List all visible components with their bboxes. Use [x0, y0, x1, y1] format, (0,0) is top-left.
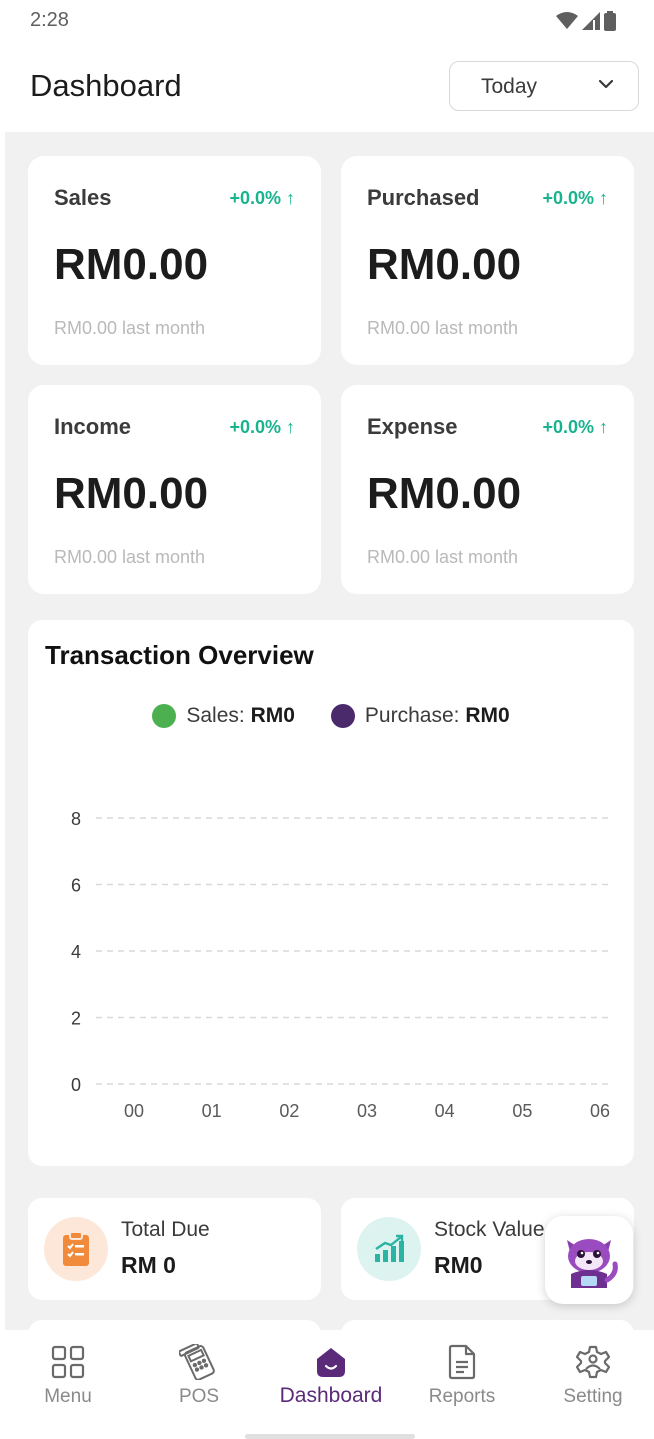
x-tick-label: 00	[124, 1101, 144, 1121]
x-tick-label: 02	[279, 1101, 299, 1121]
stat-change: +0.0% ↑	[229, 188, 295, 208]
nav-setting[interactable]: Setting	[528, 1330, 654, 1430]
nav-label: POS	[178, 1386, 220, 1407]
date-filter-value: Today	[481, 75, 538, 98]
status-bar: 2:28	[0, 0, 654, 44]
y-tick-label: 2	[71, 1009, 81, 1029]
growth-chart-icon	[357, 1217, 421, 1281]
stat-last-month: RM0.00 last month	[54, 547, 206, 567]
nav-pos[interactable]: POS	[134, 1330, 264, 1430]
dashboard-smile-icon	[265, 1344, 397, 1380]
settings-gear-icon	[528, 1344, 654, 1380]
transaction-overview-card: 0 2 4 6 8 00 01 02 03 04 05 06 Transaction Overview…	[28, 620, 634, 1166]
legend-label: Sales:	[186, 704, 245, 727]
document-icon	[397, 1344, 527, 1380]
stat-label: Purchased	[367, 185, 480, 210]
legend-label: Purchase:	[364, 704, 460, 727]
chart-legend: Sales: RM0 Purchase: RM0	[28, 704, 634, 728]
chevron-down-icon	[598, 79, 614, 89]
battery-icon	[604, 11, 616, 31]
stat-label: Income	[54, 414, 132, 439]
stat-change: +0.0% ↑	[542, 417, 608, 437]
stat-label: Expense	[367, 414, 458, 439]
legend-value: RM0	[250, 704, 295, 727]
y-tick-label: 6	[71, 876, 81, 896]
next-card-right	[341, 1320, 634, 1330]
home-indicator	[245, 1434, 415, 1439]
stock-value-label: Stock Value	[434, 1218, 545, 1241]
signal-icon	[582, 12, 600, 30]
stat-change: +0.0% ↑	[542, 188, 608, 208]
y-tick-label: 0	[71, 1075, 81, 1095]
next-card-left	[28, 1320, 321, 1330]
legend-item-purchase[interactable]: Purchase: RM0	[330, 704, 510, 728]
stat-value: RM0.00	[54, 240, 209, 289]
x-tick-label: 03	[357, 1101, 377, 1121]
page-title: Dashboard	[30, 68, 182, 103]
stock-value-value: RM0	[434, 1252, 483, 1278]
app-header: Dashboard Today	[0, 44, 654, 132]
stat-label: Sales	[54, 185, 112, 210]
stat-value: RM0.00	[367, 469, 522, 518]
stat-last-month: RM0.00 last month	[367, 547, 519, 567]
clipboard-icon	[44, 1217, 108, 1281]
legend-value: RM0	[465, 704, 510, 727]
nav-label: Menu	[44, 1386, 92, 1407]
status-time: 2:28	[30, 9, 69, 31]
x-tick-label: 05	[512, 1101, 532, 1121]
nav-reports[interactable]: Reports	[397, 1330, 527, 1430]
date-filter-select[interactable]: Today	[449, 61, 639, 111]
stat-change: +0.0% ↑	[229, 417, 295, 437]
x-tick-label: 04	[435, 1101, 455, 1121]
stat-value: RM0.00	[367, 240, 522, 289]
total-due-value: RM 0	[121, 1252, 176, 1278]
nav-dashboard[interactable]: Dashboard	[265, 1330, 397, 1430]
chart-title: Transaction Overview	[45, 640, 314, 670]
nav-label: Dashboard	[279, 1384, 383, 1407]
transaction-chart: 0246800 01 02 03 04 05 06	[71, 809, 613, 1121]
card-terminal-icon	[134, 1344, 264, 1380]
bottom-navigation: Menu POS Dashboard Reports Setting	[0, 1330, 654, 1439]
expense-card[interactable]: Expense +0.0% ↑ RM0.00 RM0.00 last month	[341, 385, 634, 594]
total-due-label: Total Due	[121, 1218, 210, 1241]
x-tick-label: 01	[202, 1101, 222, 1121]
nav-menu[interactable]: Menu	[3, 1330, 133, 1430]
assistant-button[interactable]	[545, 1216, 633, 1304]
legend-item-sales[interactable]: Sales: RM0	[152, 704, 295, 728]
stat-last-month: RM0.00 last month	[367, 318, 519, 338]
stat-value: RM0.00	[54, 469, 209, 518]
y-tick-label: 4	[71, 942, 81, 962]
legend-dot-sales	[152, 704, 177, 728]
red-panda-assistant-icon	[567, 1239, 618, 1288]
y-tick-label: 8	[71, 809, 81, 829]
purchased-card[interactable]: Purchased +0.0% ↑ RM0.00 RM0.00 last mon…	[341, 156, 634, 365]
wifi-icon	[556, 12, 578, 29]
income-card[interactable]: Income +0.0% ↑ RM0.00 RM0.00 last month	[28, 385, 321, 594]
x-tick-label: 06	[590, 1101, 610, 1121]
stat-last-month: RM0.00 last month	[54, 318, 206, 338]
grid-icon	[3, 1344, 133, 1380]
total-due-card[interactable]: Total Due RM 0	[28, 1198, 321, 1300]
dashboard-content[interactable]: Sales +0.0% ↑ RM0.00 RM0.00 last month P…	[5, 132, 654, 1330]
status-icons	[556, 10, 616, 32]
sales-card[interactable]: Sales +0.0% ↑ RM0.00 RM0.00 last month	[28, 156, 321, 365]
nav-label: Setting	[563, 1386, 623, 1407]
nav-label: Reports	[428, 1386, 496, 1407]
legend-dot-purchase	[330, 704, 355, 728]
